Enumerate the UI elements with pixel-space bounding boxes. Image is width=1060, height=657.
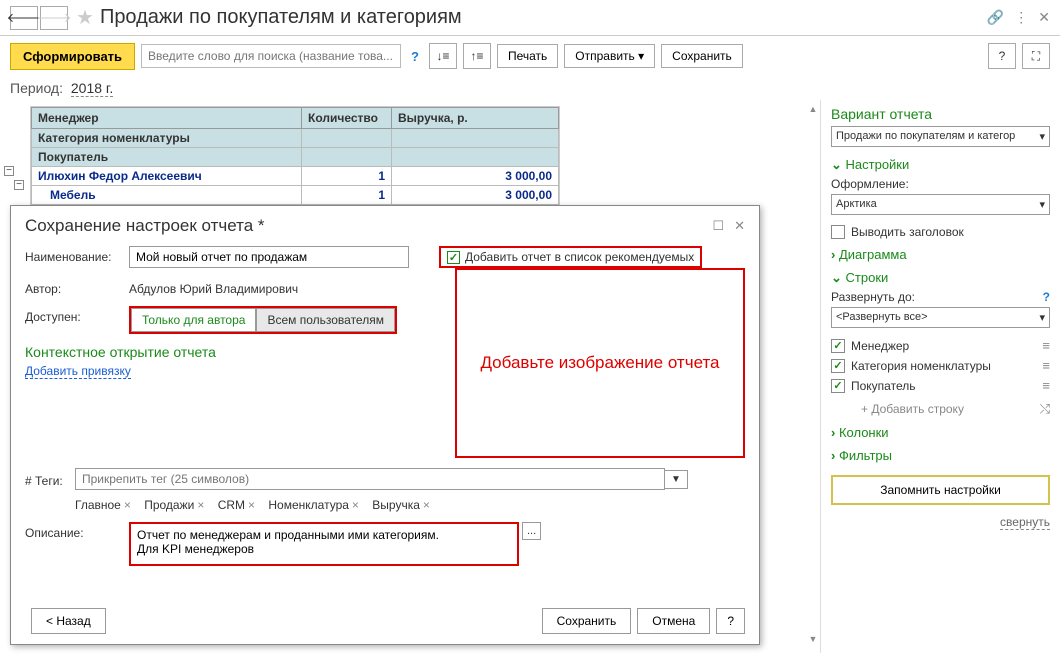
tree-collapse-icon[interactable]: − <box>14 180 24 190</box>
description-label: Описание: <box>25 522 129 566</box>
available-label: Доступен: <box>25 306 129 324</box>
window-header: 🡐 🡒 ★ Продажи по покупателям и категория… <box>0 0 1060 36</box>
collapse-panel-link[interactable]: свернуть <box>1000 515 1050 530</box>
help-search-icon[interactable]: ? <box>411 49 419 64</box>
description-textarea[interactable] <box>129 522 519 566</box>
close-icon[interactable]: ✕ <box>1038 9 1050 26</box>
tag-remove-icon[interactable]: × <box>352 498 359 512</box>
close-dialog-icon[interactable]: ✕ <box>734 218 745 234</box>
fullscreen-icon[interactable]: ⛶ <box>1022 43 1050 69</box>
rows-section[interactable]: Строки <box>831 270 1050 286</box>
name-label: Наименование: <box>25 246 129 264</box>
page-title: Продажи по покупателям и категориям <box>100 6 987 29</box>
author-label: Автор: <box>25 278 129 296</box>
tags-label: # Теги: <box>25 470 75 488</box>
period-value[interactable]: 2018 г. <box>71 80 113 97</box>
col-header-rev: Выручка, р. <box>392 108 559 129</box>
print-button[interactable]: Печать <box>497 44 558 68</box>
tags-input[interactable] <box>75 468 665 490</box>
link-icon[interactable]: 🔗 <box>987 9 1004 26</box>
columns-section[interactable]: Колонки <box>831 425 1050 440</box>
filters-section[interactable]: Фильтры <box>831 448 1050 463</box>
tag-remove-icon[interactable]: × <box>423 498 430 512</box>
row-item[interactable]: ✓Покупатель ≡ <box>831 378 1050 393</box>
tags-list: Главное× Продажи× CRM× Номенклатура× Выр… <box>75 498 745 512</box>
chevron-down-icon: ▾ <box>1039 198 1045 211</box>
remember-settings-button[interactable]: Запомнить настройки <box>831 475 1050 505</box>
dialog-cancel-button[interactable]: Отмена <box>637 608 710 634</box>
expand-label: Развернуть до: <box>831 290 915 304</box>
favorite-star-icon[interactable]: ★ <box>76 5 94 30</box>
show-header-checkbox[interactable]: Выводить заголовок <box>831 225 1050 239</box>
tag-remove-icon[interactable]: × <box>248 498 255 512</box>
tree-collapse-icon[interactable]: − <box>4 166 14 176</box>
grip-icon[interactable]: ≡ <box>1042 338 1050 353</box>
chevron-down-icon: ▾ <box>1039 130 1045 143</box>
back-button[interactable]: 🡐 <box>10 6 38 30</box>
generate-button[interactable]: Сформировать <box>10 43 135 70</box>
chevron-down-icon: ▾ <box>1039 311 1045 324</box>
save-settings-dialog: Сохранение настроек отчета * ☐ ✕ Наимено… <box>10 205 760 645</box>
scroll-down-icon[interactable]: ▼ <box>809 634 818 644</box>
dialog-save-button[interactable]: Сохранить <box>542 608 632 634</box>
settings-section[interactable]: Настройки <box>831 157 1050 173</box>
sort-desc-icon[interactable]: ↑≡ <box>463 43 491 69</box>
settings-panel: Вариант отчета Продажи по покупателям и … <box>820 100 1060 653</box>
period-label: Период: <box>10 80 63 96</box>
available-all-option[interactable]: Всем пользователям <box>256 308 395 332</box>
name-input[interactable] <box>129 246 409 268</box>
forward-button[interactable]: 🡒 <box>40 6 68 30</box>
diagram-section[interactable]: Диаграмма <box>831 247 1050 262</box>
col-header-manager: Менеджер <box>32 108 302 129</box>
tags-dropdown-icon[interactable]: ▼ <box>665 470 688 489</box>
col-header-buyer: Покупатель <box>32 148 302 167</box>
row-item[interactable]: ✓Менеджер ≡ <box>831 338 1050 353</box>
shuffle-icon[interactable]: ⤭ <box>1040 401 1050 417</box>
tag-remove-icon[interactable]: × <box>124 498 131 512</box>
col-header-category: Категория номенклатуры <box>32 129 302 148</box>
toolbar: Сформировать ? ↓≡ ↑≡ Печать Отправить ▾ … <box>0 36 1060 76</box>
add-row-link[interactable]: + Добавить строку ⤭ <box>861 401 1050 417</box>
search-input[interactable] <box>141 44 401 68</box>
report-image-placeholder[interactable]: Добавьте изображение отчета <box>455 268 745 458</box>
expand-select[interactable]: <Развернуть все>▾ <box>831 307 1050 328</box>
help-icon[interactable]: ? <box>1043 290 1050 304</box>
back-button[interactable]: < Назад <box>31 608 106 634</box>
sort-asc-icon[interactable]: ↓≡ <box>429 43 457 69</box>
grip-icon[interactable]: ≡ <box>1042 378 1050 393</box>
row-item[interactable]: ✓Категория номенклатуры ≡ <box>831 358 1050 373</box>
save-button[interactable]: Сохранить <box>661 44 743 68</box>
add-binding-link[interactable]: Добавить привязку <box>25 364 131 379</box>
dialog-title: Сохранение настроек отчета * <box>25 216 702 236</box>
col-header-qty: Количество <box>302 108 392 129</box>
variant-title: Вариант отчета <box>831 106 1050 122</box>
design-label: Оформление: <box>831 177 1050 191</box>
variant-select[interactable]: Продажи по покупателям и категор▾ <box>831 126 1050 147</box>
author-value: Абдулов Юрий Владимирович <box>129 278 298 296</box>
scroll-up-icon[interactable]: ▲ <box>809 104 818 114</box>
period-row: Период: 2018 г. <box>0 76 1060 100</box>
maximize-icon[interactable]: ☐ <box>712 218 724 234</box>
grip-icon[interactable]: ≡ <box>1042 358 1050 373</box>
help-button[interactable]: ? <box>988 43 1016 69</box>
table-row[interactable]: Илюхин Федор Алексеевич 1 3 000,00 <box>32 167 559 186</box>
design-select[interactable]: Арктика▾ <box>831 194 1050 215</box>
dialog-help-button[interactable]: ? <box>716 608 745 634</box>
more-icon[interactable]: ⋮ <box>1014 9 1028 26</box>
checkmark-icon: ✓ <box>447 251 460 264</box>
tag-remove-icon[interactable]: × <box>197 498 204 512</box>
description-expand-button[interactable]: ... <box>522 522 541 540</box>
available-author-option[interactable]: Только для автора <box>131 308 256 332</box>
table-row[interactable]: Мебель 1 3 000,00 <box>32 186 559 205</box>
add-recommended-checkbox[interactable]: ✓ Добавить отчет в список рекомендуемых <box>439 246 702 268</box>
send-button[interactable]: Отправить ▾ <box>564 44 655 68</box>
